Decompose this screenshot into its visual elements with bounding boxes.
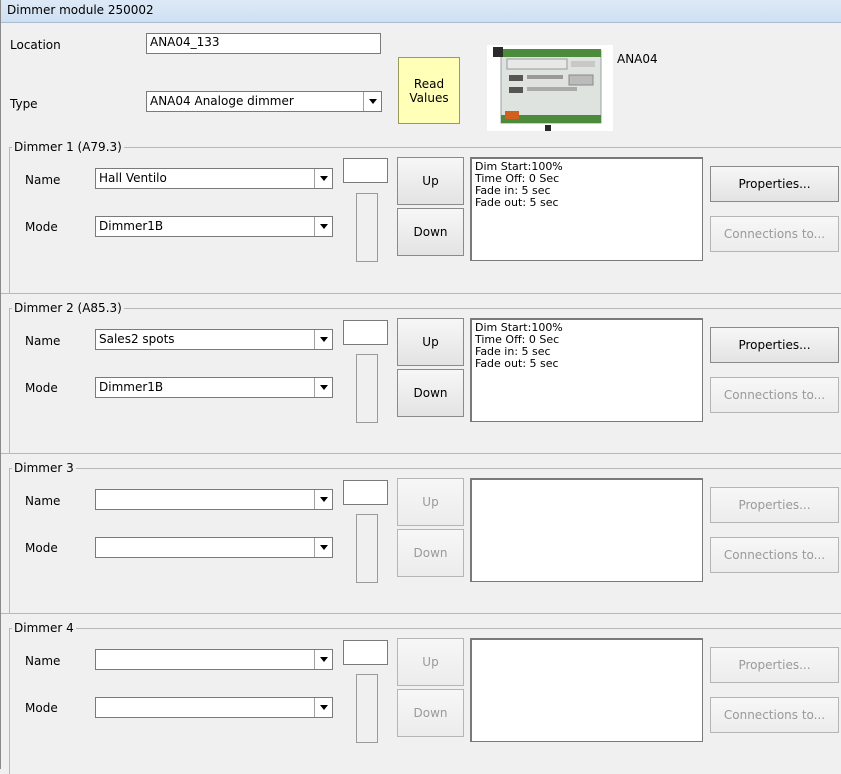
dimmer-3-up-button[interactable]: Up	[397, 478, 464, 526]
type-label: Type	[10, 97, 38, 111]
dimmer-4-properties-button[interactable]: Properties...	[710, 647, 839, 683]
dimmer-3-connections-button[interactable]: Connections to...	[710, 537, 839, 573]
device-module-image	[487, 45, 613, 131]
dimmer-4-info-box	[470, 638, 703, 742]
dimmer-3-level-bar	[356, 514, 378, 583]
chevron-down-icon[interactable]	[314, 538, 332, 557]
chevron-down-icon[interactable]	[314, 490, 332, 509]
dimmer-3-mode-label: Mode	[25, 541, 58, 555]
dimmer-2-level-bar	[356, 354, 378, 423]
dimmer-2-legend: Dimmer 2 (A85.3)	[12, 301, 124, 315]
dimmer-2-properties-button[interactable]: Properties...	[710, 327, 839, 363]
chevron-down-icon[interactable]	[314, 217, 332, 236]
dimmer-1-info-line: Fade out: 5 sec	[475, 196, 559, 209]
title-bar: Dimmer module 250002	[1, 0, 841, 23]
device-image-label: ANA04	[617, 52, 658, 66]
dimmer-4-mode-select[interactable]	[95, 697, 333, 718]
dimmer-4-mode-label: Mode	[25, 701, 58, 715]
chevron-down-icon[interactable]	[314, 378, 332, 397]
type-select-value: ANA04 Analoge dimmer	[150, 94, 294, 108]
dimmer-4-name-label: Name	[25, 654, 61, 668]
dimmer-1-info-box: Dim Start:100% Time Off: 0 Sec Fade in: …	[470, 157, 703, 261]
chevron-down-icon[interactable]	[314, 650, 332, 669]
dimmer-4-level-input[interactable]	[343, 640, 388, 665]
dimmer-2-info-line: Fade out: 5 sec	[475, 357, 559, 370]
dimmer-3-properties-button[interactable]: Properties...	[710, 487, 839, 523]
chevron-down-icon[interactable]	[363, 92, 381, 111]
dimmer-4-up-button[interactable]: Up	[397, 638, 464, 686]
dimmer-3-name-select[interactable]	[95, 489, 333, 510]
dimmer-3-mode-select[interactable]	[95, 537, 333, 558]
window-title: Dimmer module 250002	[7, 3, 154, 17]
dimmer-4-connections-button[interactable]: Connections to...	[710, 697, 839, 733]
dimmer-4-down-button[interactable]: Down	[397, 689, 464, 737]
dimmer-2-mode-select[interactable]: Dimmer1B	[95, 377, 333, 398]
dimmer-3-name-label: Name	[25, 494, 61, 508]
dimmer-2-info-box: Dim Start:100% Time Off: 0 Sec Fade in: …	[470, 318, 703, 422]
dimmer-1-level-bar	[356, 193, 378, 262]
chevron-down-icon[interactable]	[314, 169, 332, 188]
dimmer-2-name-value: Sales2 spots	[99, 332, 175, 346]
dimmer-module-window: Dimmer module 250002 Location ANA04_133 …	[0, 0, 841, 774]
dimmer-3-level-input[interactable]	[343, 480, 388, 505]
dimmer-4-legend: Dimmer 4	[12, 621, 76, 635]
dimmer-2-down-button[interactable]: Down	[397, 369, 464, 417]
dimmer-1-down-button[interactable]: Down	[397, 208, 464, 256]
type-select[interactable]: ANA04 Analoge dimmer	[146, 91, 382, 112]
dimmer-1-name-select[interactable]: Hall Ventilo	[95, 168, 333, 189]
dimmer-1-up-button[interactable]: Up	[397, 157, 464, 205]
dimmer-1-legend: Dimmer 1 (A79.3)	[12, 140, 124, 154]
chevron-down-icon[interactable]	[314, 698, 332, 717]
dimmer-2-connections-button[interactable]: Connections to...	[710, 377, 839, 413]
dimmer-2-mode-label: Mode	[25, 381, 58, 395]
dimmer-1-properties-button[interactable]: Properties...	[710, 166, 839, 202]
dimmer-1-level-input[interactable]	[343, 158, 388, 183]
dimmer-1-name-label: Name	[25, 173, 61, 187]
chevron-down-icon[interactable]	[314, 330, 332, 349]
dimmer-3-down-button[interactable]: Down	[397, 529, 464, 577]
read-values-button[interactable]: Read Values	[398, 57, 460, 124]
dimmer-2-up-button[interactable]: Up	[397, 318, 464, 366]
dimmer-1-mode-value: Dimmer1B	[99, 219, 164, 233]
dimmer-2-level-input[interactable]	[343, 320, 388, 345]
location-label: Location	[10, 38, 61, 52]
dimmer-1-mode-select[interactable]: Dimmer1B	[95, 216, 333, 237]
dimmer-2-mode-value: Dimmer1B	[99, 380, 164, 394]
dimmer-1-connections-button[interactable]: Connections to...	[710, 216, 839, 252]
dimmer-2-name-label: Name	[25, 334, 61, 348]
read-values-label-2: Values	[409, 90, 449, 105]
dimmer-4-level-bar	[356, 674, 378, 743]
location-input[interactable]: ANA04_133	[146, 33, 381, 54]
dimmer-1-mode-label: Mode	[25, 220, 58, 234]
read-values-label-1: Read	[413, 76, 445, 91]
dimmer-3-legend: Dimmer 3	[12, 461, 76, 475]
dimmer-2-name-select[interactable]: Sales2 spots	[95, 329, 333, 350]
dimmer-4-name-select[interactable]	[95, 649, 333, 670]
dimmer-3-info-box	[470, 478, 703, 582]
dimmer-1-name-value: Hall Ventilo	[99, 171, 167, 185]
